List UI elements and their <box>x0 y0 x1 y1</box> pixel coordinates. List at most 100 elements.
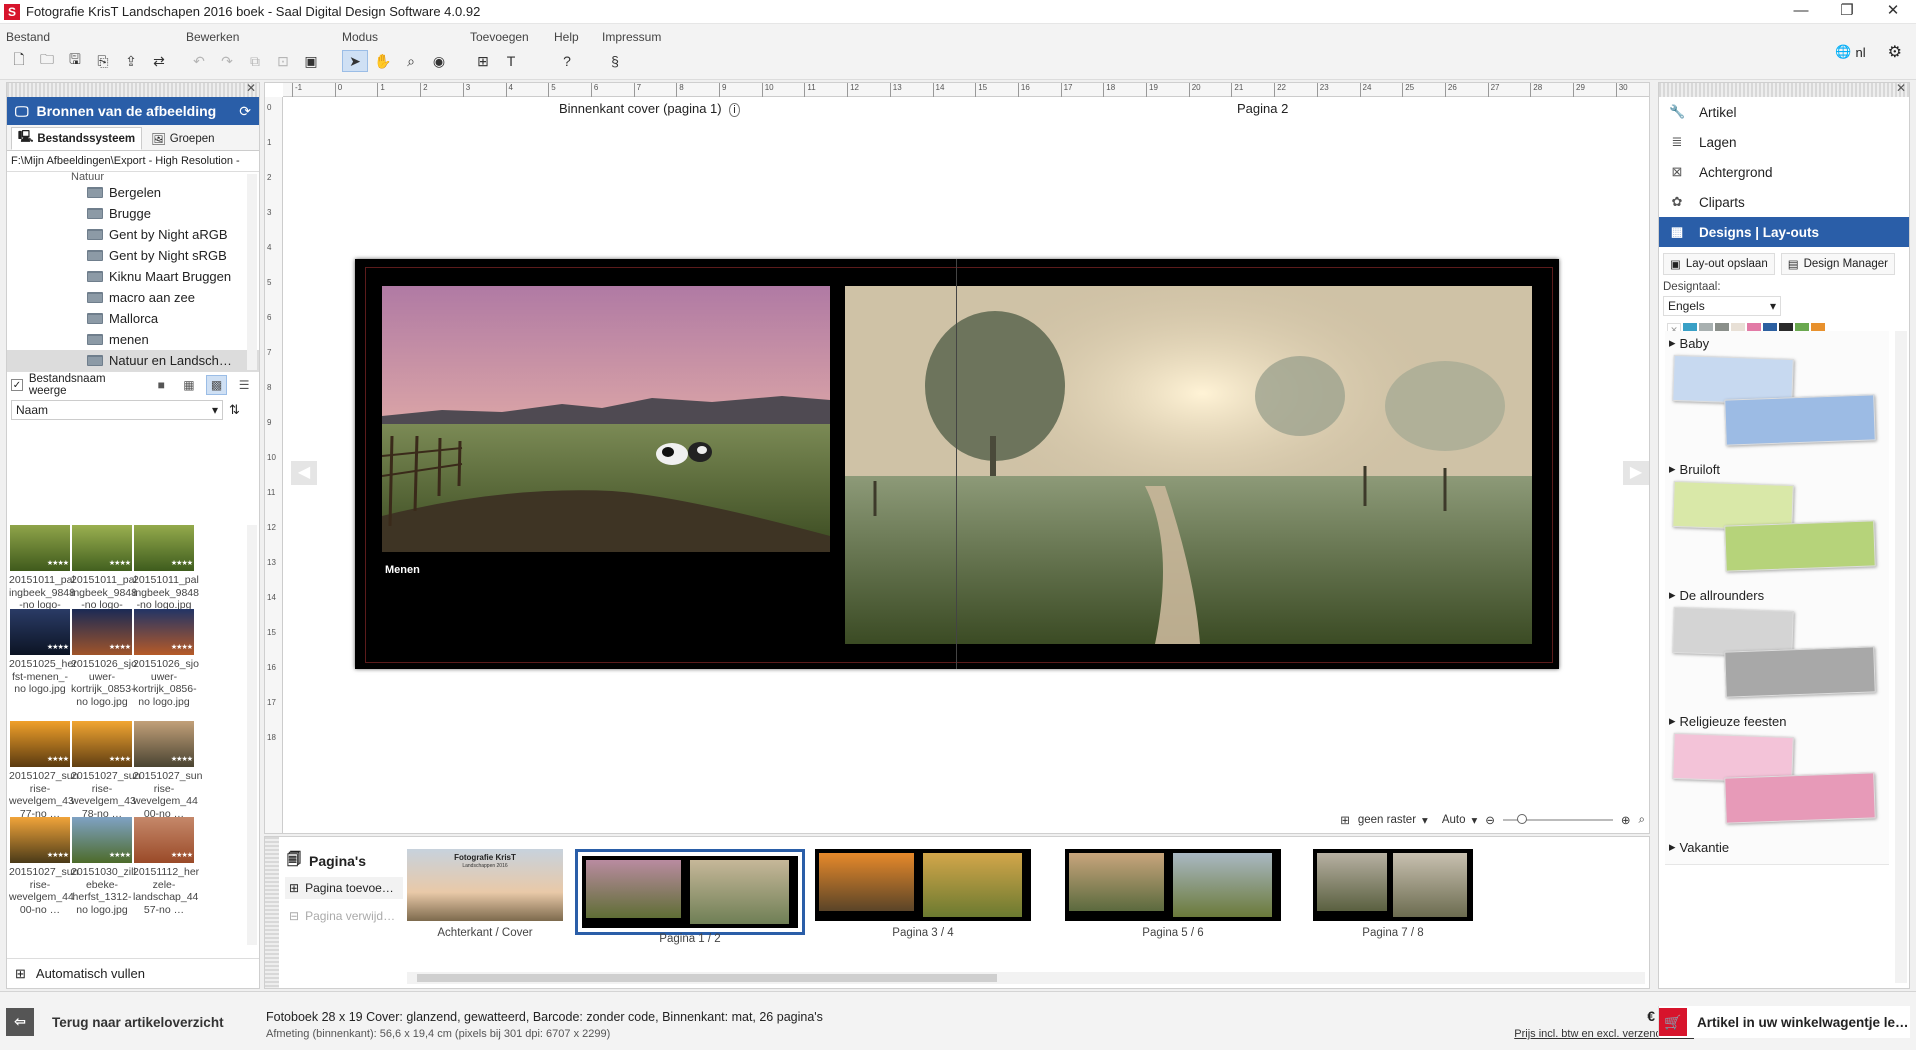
photo-caption[interactable]: Menen <box>385 564 420 576</box>
folder-item[interactable]: Natuur en Landsch… <box>7 350 259 371</box>
design-category-header[interactable]: ▸ De allrounders <box>1665 583 1889 607</box>
thumbnail-image[interactable]: ★★★★ <box>134 525 194 571</box>
design-language-select[interactable]: Engels ▾ <box>1663 296 1781 316</box>
page-thumbnail-image[interactable]: Fotografie KrisT Landschappen 2016 <box>407 849 563 921</box>
copy-icon[interactable]: ⧉ <box>242 50 268 72</box>
image-thumbnail[interactable]: ★★★★ 20151027_sun rise-wevelgem_43 77-no … <box>9 721 79 820</box>
export-icon[interactable]: ⇪ <box>118 50 144 72</box>
panel-grip[interactable]: ✕ <box>1659 81 1909 97</box>
save-layout-button[interactable]: ▣ Lay-out opslaan <box>1663 253 1775 275</box>
folder-item[interactable]: Gent by Night sRGB <box>7 245 259 266</box>
image-thumbnail[interactable]: ★★★★ 20151027_sun rise-wevelgem_44 00-no … <box>133 721 203 820</box>
design-manager-button[interactable]: ▤ Design Manager <box>1780 253 1895 275</box>
sort-direction-icon[interactable]: ⇅ <box>229 402 240 418</box>
tree-parent[interactable]: Natuur <box>7 172 259 182</box>
grid-select[interactable]: geen raster ▾ <box>1358 813 1428 827</box>
tab-groups[interactable]: 🖼 Groepen <box>144 127 221 150</box>
autofill-button[interactable]: ⊞ Automatisch vullen <box>7 958 259 988</box>
design-template-card[interactable] <box>1724 394 1876 446</box>
zoom-icon[interactable]: ⌕ <box>398 50 424 72</box>
view-small-icon[interactable]: ▩ <box>205 375 228 395</box>
page-thumbnail-frame[interactable] <box>575 849 805 935</box>
page-thumbnail-image[interactable] <box>815 849 1031 921</box>
thumbnail-image[interactable]: ★★★★ <box>10 609 70 655</box>
folder-item[interactable]: Brugge <box>7 203 259 224</box>
pages-panel-grip[interactable] <box>265 837 279 988</box>
pages-scrollbar-thumb[interactable] <box>417 974 997 982</box>
add-to-cart-button[interactable]: 🛒 Artikel in uw winkelwagentje le… <box>1658 1006 1910 1038</box>
maximize-button[interactable]: ❐ <box>1824 0 1870 22</box>
page-thumbnail-frame[interactable] <box>1313 849 1473 921</box>
thumbnail-image[interactable]: ★★★★ <box>72 525 132 571</box>
folder-item[interactable]: Bergelen <box>7 182 259 203</box>
thumbnail-image[interactable]: ★★★★ <box>72 609 132 655</box>
minimize-button[interactable]: — <box>1778 0 1824 22</box>
design-category-header[interactable]: ▸ Baby <box>1665 331 1889 355</box>
show-filename-checkbox[interactable]: ✓ <box>11 379 23 391</box>
save-icon[interactable]: 🖫 <box>62 50 88 72</box>
thumbnail-image[interactable]: ★★★★ <box>10 721 70 767</box>
photo-cows-field[interactable] <box>382 286 830 552</box>
page-thumbnail-frame[interactable] <box>1065 849 1281 921</box>
select-icon[interactable]: ➤ <box>342 50 368 72</box>
view-large-icon[interactable]: ■ <box>150 375 172 395</box>
thumbnail-image[interactable]: ★★★★ <box>134 817 194 863</box>
add-page-button[interactable]: ⊞ Pagina toevoe… <box>285 877 403 899</box>
rp-menu-wrench[interactable]: 🔧 Artikel <box>1659 97 1909 127</box>
rp-menu-cliparts[interactable]: ✿ Cliparts <box>1659 187 1909 217</box>
back-to-overview-button[interactable]: ⇦ Terug naar artikeloverzicht <box>6 1007 256 1037</box>
info-icon[interactable]: i <box>729 103 740 117</box>
rp-menu-layers[interactable]: ≣ Lagen <box>1659 127 1909 157</box>
page-thumbnail-frame[interactable] <box>815 849 1031 921</box>
publish-icon[interactable]: ⇄ <box>146 50 172 72</box>
image-thumbnail[interactable]: ★★★★ 20151026_sjo uwer-kortrijk_0856- no lo… <box>133 609 199 708</box>
page-thumbnail[interactable]: Pagina 7 / 8 <box>1313 849 1473 939</box>
close-panel-icon[interactable]: ✕ <box>246 81 256 95</box>
folder-item[interactable]: Kiknu Maart Bruggen <box>7 266 259 287</box>
page-thumbnail[interactable]: Fotografie KrisT Landschappen 2016 Achterk… <box>407 849 563 939</box>
close-button[interactable]: ✕ <box>1870 0 1916 22</box>
design-template-card[interactable] <box>1724 772 1876 824</box>
rp-menu-designs[interactable]: ▦ Designs | Lay-outs <box>1659 217 1909 247</box>
language-selector[interactable]: 🌐 nl <box>1835 44 1865 60</box>
remove-page-button[interactable]: ⊟ Pagina verwijd… <box>285 905 403 927</box>
impressum-icon[interactable]: § <box>602 50 628 72</box>
redo-icon[interactable]: ↷ <box>214 50 240 72</box>
rp-menu-background[interactable]: ⊠ Achtergrond <box>1659 157 1909 187</box>
image-thumbnail[interactable]: ★★★★ 20151027_sun rise-wevelgem_44 00-no … <box>9 817 79 916</box>
thumbnail-image[interactable]: ★★★★ <box>10 525 70 571</box>
page-thumbnail[interactable]: Pagina 1 / 2 <box>575 849 805 945</box>
page-spread[interactable]: Menen <box>355 259 1559 669</box>
help-icon[interactable]: ? <box>554 50 580 72</box>
design-template-card[interactable] <box>1724 646 1876 698</box>
thumbnail-scrollbar[interactable] <box>247 525 257 945</box>
image-thumbnail[interactable]: ★★★★ 20151027_sun rise-wevelgem_43 78-no … <box>71 721 141 820</box>
save-as-icon[interactable]: ⎘ <box>90 50 116 72</box>
design-template-card[interactable] <box>1724 520 1876 572</box>
zoom-fit-icon[interactable]: ⌕ <box>1639 814 1645 827</box>
image-thumbnail[interactable]: ★★★★ 20151112_her zele-landschap_44 57-no … <box>133 817 199 916</box>
page-thumbnail-image[interactable] <box>1065 849 1281 921</box>
page-thumbnail-frame[interactable]: Fotografie KrisT Landschappen 2016 <box>407 849 563 921</box>
refresh-icon[interactable]: ⟳ <box>239 103 251 120</box>
page-thumbnail[interactable]: Pagina 3 / 4 <box>815 849 1031 939</box>
pages-scrollbar[interactable] <box>407 972 1645 984</box>
undo-icon[interactable]: ↶ <box>186 50 212 72</box>
page-thumbnail-image[interactable] <box>582 856 798 928</box>
design-category-header[interactable]: ▸ Bruiloft <box>1665 457 1889 481</box>
view-list-icon[interactable]: ☰ <box>233 375 255 395</box>
open-icon[interactable]: 🗀 <box>34 50 60 72</box>
folder-item[interactable]: Gent by Night aRGB <box>7 224 259 245</box>
designs-scrollbar[interactable] <box>1895 331 1907 983</box>
image-thumbnail[interactable]: ★★★★ 20151011_pal ingbeek_9848 -no logo.jpg <box>133 525 199 612</box>
page-thumbnail-image[interactable] <box>1313 849 1473 921</box>
image-thumbnail[interactable]: ★★★★ 20151030_zill ebeke-herfst_1312- no lo… <box>71 817 136 916</box>
image-edit-icon[interactable]: ▣ <box>298 50 324 72</box>
thumbnail-image[interactable]: ★★★★ <box>72 817 132 863</box>
paste-icon[interactable]: ⊡ <box>270 50 296 72</box>
new-icon[interactable]: 🗋 <box>6 50 32 72</box>
design-category-header[interactable]: ▸ Religieuze feesten <box>1665 709 1889 733</box>
close-panel-icon[interactable]: ✕ <box>1896 81 1906 95</box>
zoom-slider-knob[interactable] <box>1516 814 1527 824</box>
add-text-icon[interactable]: T <box>498 50 524 72</box>
